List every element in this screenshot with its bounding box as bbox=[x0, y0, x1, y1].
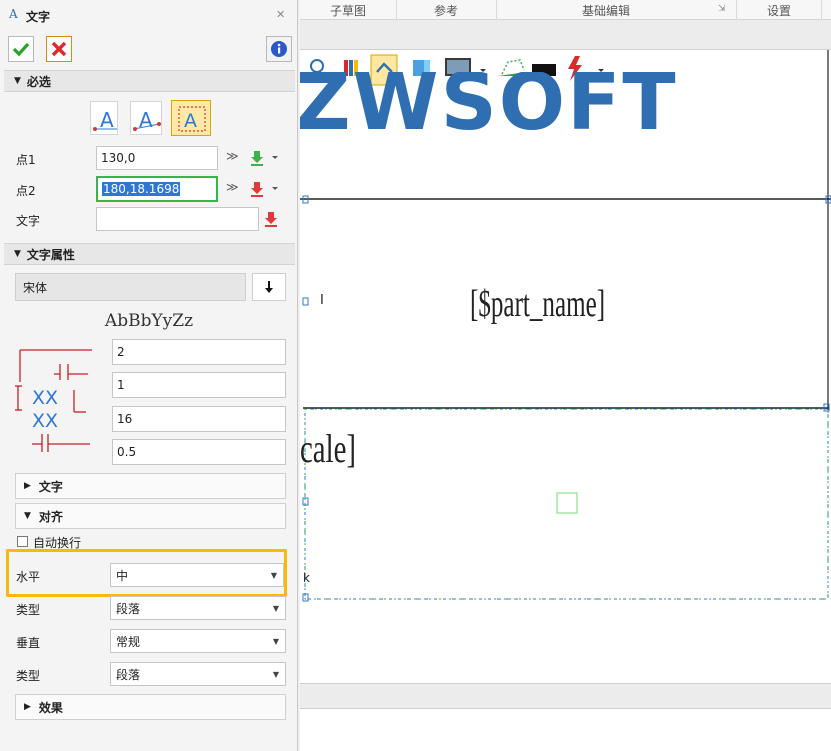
action-bar bbox=[4, 34, 294, 64]
dropdown-caret-icon: ▼ bbox=[272, 604, 279, 613]
point2-label: 点2 bbox=[16, 184, 36, 198]
expand-arrow-icon: ▶ bbox=[24, 702, 31, 712]
vertical-align-select[interactable]: 常规 ▼ bbox=[110, 629, 286, 653]
drawing-geometry bbox=[300, 50, 831, 602]
required-section-header[interactable]: ▼ 必选 bbox=[4, 70, 295, 92]
vertical-align-value: 常规 bbox=[116, 634, 141, 649]
horizontal-align-value: 中 bbox=[116, 568, 129, 583]
cross-icon bbox=[51, 41, 67, 57]
text-line-icon: A bbox=[133, 108, 161, 132]
point2-value: 180,18.1698 bbox=[102, 182, 181, 196]
canvas-bottom-bar bbox=[300, 683, 831, 709]
svg-text:A: A bbox=[184, 110, 197, 132]
font-name: 宋体 bbox=[23, 280, 48, 295]
line-spacing-input[interactable]: 2 bbox=[112, 339, 286, 365]
type1-label: 类型 bbox=[16, 603, 41, 617]
font-preview: AbBbYyZz bbox=[104, 311, 194, 331]
collapse-arrow-icon: ▼ bbox=[24, 511, 31, 521]
font-selector[interactable]: 宋体 bbox=[15, 273, 246, 301]
point1-value: 130,0 bbox=[101, 151, 136, 165]
expand-arrow-icon: ▶ bbox=[24, 481, 31, 491]
part-name-field[interactable]: [$part_name] bbox=[470, 282, 605, 326]
text-mode-box-button[interactable]: A bbox=[171, 100, 211, 136]
point1-pick-icon[interactable] bbox=[248, 147, 280, 167]
collapse-arrow-icon: ▼ bbox=[14, 249, 21, 259]
text-command-icon: A bbox=[9, 7, 18, 21]
svg-text:A: A bbox=[100, 108, 114, 132]
point1-label: 点1 bbox=[16, 153, 36, 167]
close-icon[interactable]: ✕ bbox=[276, 8, 285, 21]
text-box-icon: A bbox=[178, 106, 206, 132]
horizontal-align-select[interactable]: 中 ▼ bbox=[110, 563, 284, 587]
svg-text:XX: XX bbox=[32, 410, 58, 432]
text-props-section-title: 文字属性 bbox=[26, 247, 75, 262]
text-command-panel: A 文字 ✕ ▼ 必选 A A A 点1 130,0 ≫ 点2 180,18.1… bbox=[0, 0, 298, 751]
align-subsection-header[interactable]: ▼ 对齐 bbox=[15, 503, 286, 529]
type1-select[interactable]: 段落 ▼ bbox=[110, 596, 286, 620]
ribbon-tabs: 子草图 参考 基础编辑 ⇲ 设置 bbox=[300, 0, 831, 20]
dropdown-caret-icon: ▼ bbox=[270, 571, 277, 580]
ribbon-gray-area bbox=[300, 20, 831, 50]
font-dropdown-button[interactable] bbox=[252, 273, 286, 301]
ribbon-tab-settings[interactable]: 设置 bbox=[736, 0, 822, 20]
collapse-arrow-icon: ▼ bbox=[14, 76, 21, 86]
vertical-label: 垂直 bbox=[16, 636, 41, 650]
type1-value: 段落 bbox=[116, 601, 141, 616]
required-section-title: 必选 bbox=[26, 74, 51, 89]
text-label: 文字 bbox=[16, 214, 41, 228]
char-spacing-value: 1 bbox=[117, 378, 125, 392]
horizontal-label: 水平 bbox=[16, 570, 41, 584]
point1-expand-icon[interactable]: ≫ bbox=[226, 149, 239, 163]
char-spacing-input[interactable]: 1 bbox=[112, 372, 286, 398]
panel-title: 文字 bbox=[26, 10, 51, 24]
text-height-input[interactable]: 16 bbox=[112, 406, 286, 432]
type2-value: 段落 bbox=[116, 667, 141, 682]
svg-text:A: A bbox=[139, 108, 153, 132]
width-factor-value: 0.5 bbox=[117, 445, 137, 459]
text-mode-two-point-button[interactable]: A bbox=[130, 101, 162, 135]
point2-pick-icon[interactable] bbox=[248, 178, 280, 198]
cancel-button[interactable] bbox=[46, 36, 72, 62]
confirm-button[interactable] bbox=[8, 36, 34, 62]
info-icon bbox=[271, 41, 287, 57]
dropdown-caret-icon: ▼ bbox=[272, 670, 279, 679]
panel-titlebar: A 文字 ✕ bbox=[0, 0, 298, 32]
text-pick-icon[interactable] bbox=[262, 209, 280, 229]
info-button[interactable] bbox=[266, 36, 292, 62]
text-props-section-header[interactable]: ▼ 文字属性 bbox=[4, 243, 295, 265]
width-factor-input[interactable]: 0.5 bbox=[112, 439, 286, 465]
text-height-value: 16 bbox=[117, 412, 133, 426]
down-arrow-icon bbox=[265, 281, 273, 293]
text-spacing-diagram: XX XX bbox=[15, 349, 92, 452]
point2-expand-icon[interactable]: ≫ bbox=[226, 180, 239, 194]
k-fragment: k bbox=[303, 571, 310, 585]
auto-wrap-checkbox[interactable] bbox=[17, 536, 28, 547]
scale-field-fragment[interactable]: cale] bbox=[300, 425, 356, 472]
ribbon-tab-sub-sketch[interactable]: 子草图 bbox=[300, 0, 397, 20]
point2-input[interactable]: 180,18.1698 bbox=[96, 176, 218, 202]
text-mode-one-point-button[interactable]: A bbox=[90, 101, 118, 135]
text-cursor: I bbox=[320, 293, 324, 308]
text-subsection-header[interactable]: ▶ 文字 bbox=[15, 473, 286, 499]
point1-input[interactable]: 130,0 bbox=[96, 146, 218, 170]
check-icon bbox=[12, 42, 30, 57]
type2-select[interactable]: 段落 ▼ bbox=[110, 662, 286, 686]
ribbon-expand-icon[interactable]: ⇲ bbox=[718, 4, 726, 14]
ribbon-tab-basic-edit[interactable]: 基础编辑 bbox=[496, 0, 716, 20]
ribbon-tab-reference[interactable]: 参考 bbox=[396, 0, 497, 20]
align-subsection-title: 对齐 bbox=[38, 509, 63, 524]
text-point-icon: A bbox=[93, 108, 117, 132]
text-subsection-title: 文字 bbox=[38, 479, 63, 494]
svg-text:XX: XX bbox=[32, 387, 58, 409]
dropdown-caret-icon: ▼ bbox=[272, 637, 279, 646]
effect-subsection-header[interactable]: ▶ 效果 bbox=[15, 694, 286, 720]
type2-label: 类型 bbox=[16, 669, 41, 683]
text-input[interactable] bbox=[96, 207, 259, 231]
line-spacing-value: 2 bbox=[117, 345, 125, 359]
effect-subsection-title: 效果 bbox=[38, 700, 63, 715]
